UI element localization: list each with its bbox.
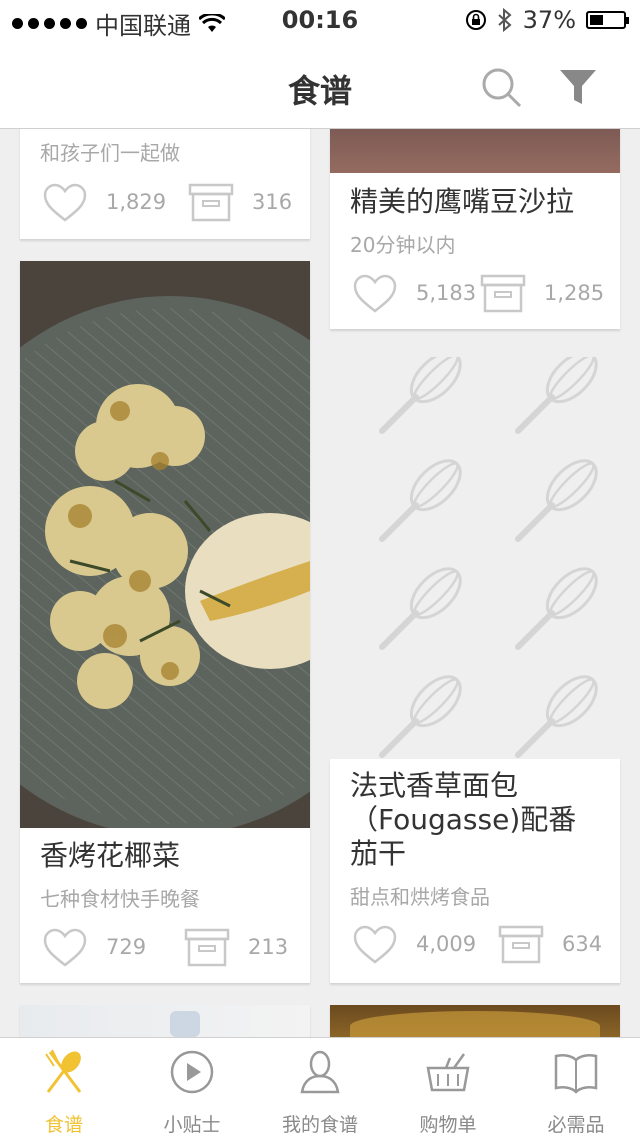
likes-count: 1,829 [106,190,167,214]
recipe-card[interactable] [20,1005,310,1037]
play-icon [170,1050,214,1094]
recipe-grid[interactable]: 和孩子们一起做 1,829 316 精美的鹰嘴豆沙拉 20分钟以内 5,183 … [0,129,640,1037]
heart-icon[interactable] [42,928,88,968]
tab-label: 小贴士 [163,1114,221,1136]
recipe-subtitle: 甜点和烘烤食品 [350,885,490,909]
saves-count: 1,285 [544,281,605,305]
recipe-subtitle: 七种食材快手晚餐 [40,887,200,911]
tab-shopping-list[interactable]: 购物单 [384,1038,512,1137]
recipe-title: 香烤花椰菜 [40,839,181,872]
battery-percent: 37% [522,6,576,34]
saves-count: 634 [562,932,603,956]
likes-count: 5,183 [416,281,477,305]
search-icon[interactable] [478,64,526,112]
likes-count: 4,009 [416,932,477,956]
status-right: 37% [465,6,629,34]
tab-label: 必需品 [547,1114,605,1136]
status-bar: 中国联通 00:16 37% [0,0,640,42]
nav-bar: 食谱 [0,42,640,129]
placeholder-whisk-pattern [330,357,620,759]
recipe-subtitle: 20分钟以内 [350,233,456,257]
tab-label: 食谱 [44,1114,83,1136]
likes-count: 729 [106,935,147,959]
recipe-card[interactable]: 法式香草面包 （Fougasse)配番 茄干 甜点和烘烤食品 4,009 634 [330,357,620,983]
recipe-card[interactable] [330,1005,620,1037]
saves-count: 213 [248,935,289,959]
recipe-photo [170,1011,200,1037]
tab-tips[interactable]: 小贴士 [128,1038,256,1137]
book-icon [554,1053,598,1094]
recipe-photo [20,261,310,828]
heart-icon[interactable] [42,183,88,223]
tab-label: 购物单 [419,1114,477,1136]
battery-icon [586,11,629,29]
recipe-card-body: 法式香草面包 （Fougasse)配番 茄干 甜点和烘烤食品 4,009 634 [330,759,620,983]
spoon-fork-icon [45,1049,82,1093]
recipe-title: 法式香草面包 （Fougasse)配番 茄干 [350,769,577,870]
tab-my-recipes[interactable]: 我的食谱 [256,1038,384,1137]
tab-bar: 食谱 小贴士 我的食谱 购物单 必需品 [0,1037,640,1137]
save-box-icon[interactable] [188,183,234,223]
recipe-subtitle: 和孩子们一起做 [40,141,180,165]
save-box-icon[interactable] [184,928,230,968]
recipe-photo [350,1011,600,1037]
recipe-photo [330,129,620,173]
rotation-lock-icon [465,10,486,30]
saves-count: 316 [252,190,293,214]
heart-icon[interactable] [352,925,398,965]
bluetooth-icon [497,8,512,32]
tab-recipes[interactable]: 食谱 [0,1038,128,1137]
basket-icon [426,1053,470,1092]
recipe-card[interactable]: 精美的鹰嘴豆沙拉 20分钟以内 5,183 1,285 [330,129,620,329]
heart-icon[interactable] [352,274,398,314]
save-box-icon[interactable] [480,274,526,314]
profile-icon [300,1050,340,1094]
tab-essentials[interactable]: 必需品 [512,1038,640,1137]
recipe-title: 精美的鹰嘴豆沙拉 [350,185,575,218]
tab-label: 我的食谱 [281,1114,358,1136]
filter-icon[interactable] [556,66,600,110]
save-box-icon[interactable] [498,925,544,965]
recipe-card[interactable]: 和孩子们一起做 1,829 316 [20,129,310,239]
page-title: 食谱 [287,72,352,110]
recipe-card[interactable]: 香烤花椰菜 七种食材快手晚餐 729 213 [20,261,310,983]
